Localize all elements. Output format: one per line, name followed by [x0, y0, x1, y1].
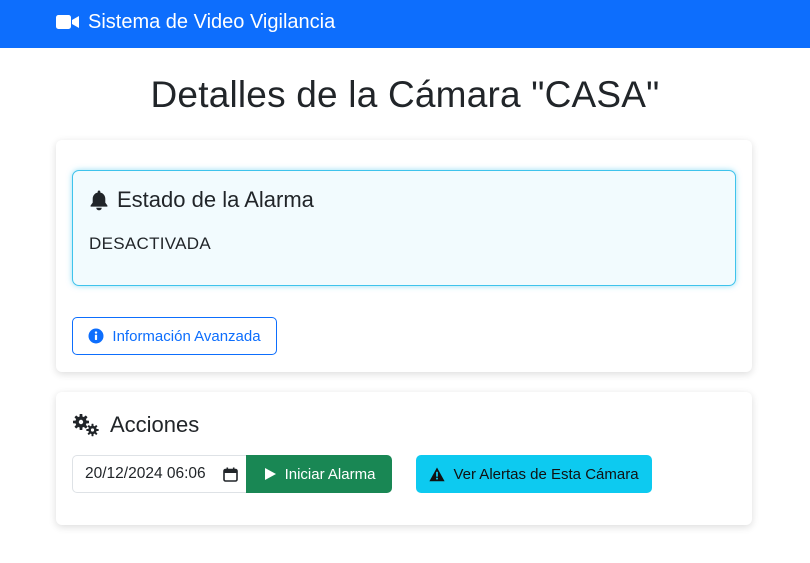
view-alerts-label: Ver Alertas de Esta Cámara: [453, 465, 639, 483]
start-alarm-button[interactable]: Iniciar Alarma: [246, 455, 392, 493]
page-title: Detalles de la Cámara "CASA": [150, 74, 660, 115]
datetime-input[interactable]: 20/12/2024 06:06: [72, 455, 248, 493]
datetime-value: 20/12/2024 06:06: [85, 465, 206, 482]
warning-triangle-icon: [429, 467, 446, 482]
alarm-heading: Estado de la Alarma: [88, 187, 314, 213]
alarm-heading-label: Estado de la Alarma: [117, 187, 314, 212]
navbar: Sistema de Video Vigilancia: [0, 0, 810, 48]
video-camera-icon: [56, 13, 80, 31]
play-icon: [263, 467, 277, 481]
actions-heading: Acciones: [72, 412, 199, 438]
bell-icon: [88, 189, 110, 211]
alarm-status-text: DESACTIVADA: [89, 234, 212, 253]
brand-label: Sistema de Video Vigilancia: [88, 10, 336, 33]
view-camera-alerts-button[interactable]: Ver Alertas de Esta Cámara: [416, 455, 652, 493]
info-circle-icon: [88, 328, 104, 344]
gears-icon: [72, 413, 100, 437]
navbar-brand[interactable]: Sistema de Video Vigilancia: [56, 0, 335, 44]
advanced-info-label: Información Avanzada: [112, 327, 261, 345]
start-alarm-label: Iniciar Alarma: [284, 465, 376, 483]
calendar-icon[interactable]: [223, 467, 238, 482]
advanced-info-button[interactable]: Información Avanzada: [72, 317, 277, 355]
actions-heading-label: Acciones: [110, 412, 200, 437]
alarm-card: Estado de la Alarma DESACTIVADA Informac…: [56, 140, 752, 372]
actions-card: Acciones 20/12/2024 06:06 Iniciar Alarma…: [56, 392, 752, 525]
alarm-status-alert: Estado de la Alarma DESACTIVADA: [72, 170, 736, 286]
